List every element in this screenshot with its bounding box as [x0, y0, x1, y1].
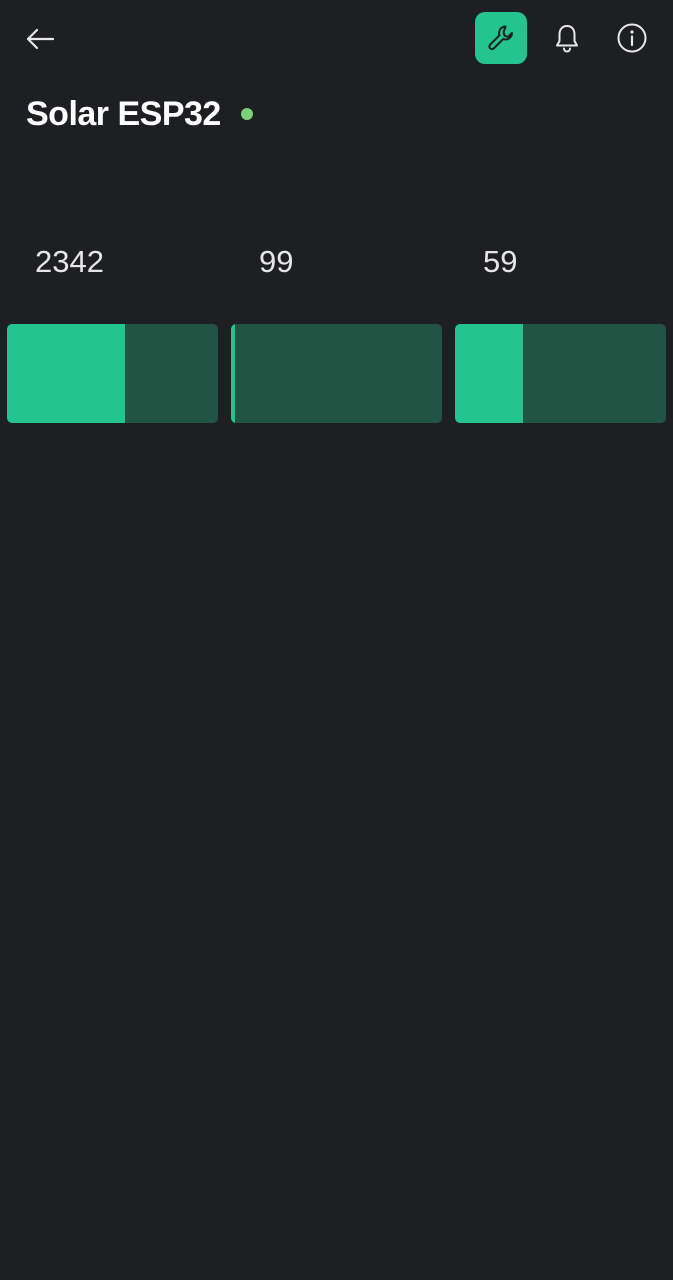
widget-value: 99: [259, 244, 294, 279]
widget-value: 59: [483, 244, 518, 279]
level-bar-fill: [231, 324, 236, 423]
online-status-dot: [240, 108, 253, 120]
wrench-icon: [488, 25, 513, 51]
gauge-widget-3: 59: [455, 232, 666, 423]
level-bar-fill: [7, 324, 126, 423]
level-bar[interactable]: [7, 324, 218, 423]
bell-icon: [556, 25, 578, 53]
info-button[interactable]: [610, 16, 654, 60]
device-header: Solar ESP32: [26, 92, 253, 136]
arrow-left-icon: [26, 28, 55, 50]
level-bar[interactable]: [455, 324, 666, 423]
page-title: Solar ESP32: [26, 94, 221, 133]
notifications-button[interactable]: [545, 16, 589, 60]
top-bar: [0, 0, 673, 76]
back-button[interactable]: [20, 20, 60, 58]
gauge-widget-2: 99: [231, 232, 442, 423]
level-bar[interactable]: [231, 324, 442, 423]
gauge-widget-1: 2342: [7, 232, 218, 423]
device-settings-button[interactable]: [475, 12, 527, 64]
widget-value: 2342: [35, 244, 104, 279]
level-bar-fill: [455, 324, 523, 423]
info-icon: [617, 23, 647, 53]
